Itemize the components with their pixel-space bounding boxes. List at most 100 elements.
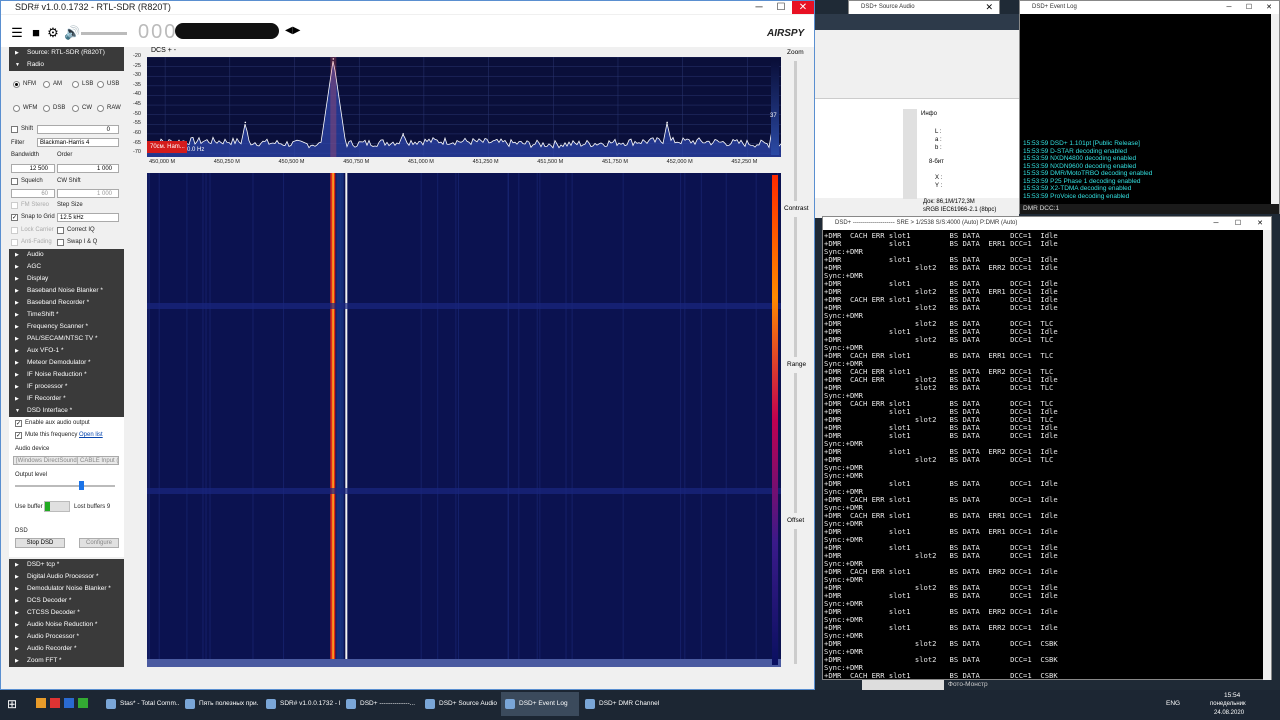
shift-input[interactable]: 0 [37, 125, 119, 134]
section-b-5[interactable]: Audio Noise Reduction * [9, 619, 124, 631]
frequency-marker-label[interactable]: 70см. Ham... [147, 141, 187, 153]
section-8[interactable]: Aux VFO-1 * [9, 345, 124, 357]
language-indicator[interactable]: ENG [1166, 700, 1180, 707]
mute-frequency-checkbox[interactable]: ✓ [15, 432, 22, 439]
pinned-app-icon[interactable] [78, 698, 88, 708]
range-slider[interactable] [794, 373, 797, 513]
section-11[interactable]: IF processor * [9, 381, 124, 393]
taskbar-item[interactable]: DSD+ DMR Channel ... [581, 692, 659, 716]
mode-radio-wfm[interactable] [13, 105, 20, 112]
close-icon[interactable]: ✕ [1259, 1, 1279, 14]
info-tab[interactable]: Инфо [921, 111, 937, 117]
section-12[interactable]: IF Recorder * [9, 393, 124, 405]
event-log-scrollbar[interactable] [1271, 14, 1279, 204]
order-input[interactable]: 1 000 [57, 164, 119, 173]
clock-time[interactable]: 15:54 [1224, 692, 1240, 699]
taskbar-item[interactable]: DSD+ --------------... [342, 692, 420, 716]
section-b-0[interactable]: DSD+ tcp * [9, 559, 124, 571]
minimize-icon[interactable]: ─ [1219, 1, 1239, 14]
maximize-icon[interactable]: ☐ [1239, 1, 1259, 14]
section-b-6[interactable]: Audio Processor * [9, 631, 124, 643]
section-6[interactable]: Frequency Scanner * [9, 321, 124, 333]
fmstereo-checkbox[interactable] [11, 202, 18, 209]
cwshift-input[interactable]: 1 000 [57, 189, 119, 198]
frequency-display[interactable]: 000 [138, 21, 177, 44]
pinned-app-icon[interactable] [64, 698, 74, 708]
waterfall-display[interactable] [146, 173, 781, 669]
speaker-icon[interactable]: 🔊 [64, 26, 80, 39]
section-b-3[interactable]: DCS Decoder * [9, 595, 124, 607]
tune-arrows-icon[interactable]: ◀▶ [285, 25, 300, 36]
section-b-1[interactable]: Digital Audio Processor * [9, 571, 124, 583]
maximize-icon[interactable]: ☐ [1227, 217, 1249, 230]
snap-checkbox[interactable]: ✓ [11, 214, 18, 221]
swapiq-checkbox[interactable] [57, 239, 64, 246]
squelch-checkbox[interactable] [11, 178, 18, 185]
close-button[interactable]: ✕ [792, 1, 814, 14]
minimize-icon[interactable]: ─ [1205, 217, 1227, 230]
section-b-8[interactable]: Zoom FFT * [9, 655, 124, 667]
section-5[interactable]: TimeShift * [9, 309, 124, 321]
bandwidth-input[interactable]: 12 500 [11, 164, 55, 173]
mode-label-wfm: WFM [23, 105, 38, 111]
taskbar-item[interactable]: DSD+ Source Audio [421, 692, 499, 716]
mode-radio-lsb[interactable] [72, 81, 79, 88]
open-list-link[interactable]: Open list [79, 432, 103, 438]
mode-radio-raw[interactable] [97, 105, 104, 112]
close-icon[interactable]: ✕ [985, 2, 993, 13]
pinned-app-icon[interactable] [36, 698, 46, 708]
gear-icon[interactable]: ⚙ [46, 26, 60, 39]
taskbar-item[interactable]: Пять полезных при... [181, 692, 259, 716]
section-9[interactable]: Meteor Demodulator * [9, 357, 124, 369]
section-b-4[interactable]: CTCSS Decoder * [9, 607, 124, 619]
stop-icon[interactable]: ■ [29, 26, 43, 39]
section-3[interactable]: Baseband Noise Blanker * [9, 285, 124, 297]
antifading-checkbox[interactable] [11, 239, 18, 246]
clock-day: понедельник [1210, 701, 1246, 707]
correctiq-checkbox[interactable] [57, 227, 64, 234]
zoom-slider[interactable] [794, 61, 797, 201]
section-1[interactable]: AGC [9, 261, 124, 273]
configure-button[interactable]: Configure [79, 538, 119, 548]
filter-select[interactable]: Blackman-Harris 4 [37, 138, 119, 147]
section-4[interactable]: Baseband Recorder * [9, 297, 124, 309]
squelch-input[interactable]: 60 [11, 189, 55, 198]
section-b-2[interactable]: Demodulator Noise Blanker * [9, 583, 124, 595]
mode-radio-am[interactable] [43, 81, 50, 88]
output-level-thumb[interactable] [79, 481, 84, 490]
taskbar-item[interactable]: SDR# v1.0.0.1732 - R... [262, 692, 340, 716]
radio-section[interactable]: Radio [9, 59, 124, 71]
start-icon[interactable]: ⊞ [7, 697, 17, 711]
section-b-7[interactable]: Audio Recorder * [9, 643, 124, 655]
stop-dsd-button[interactable]: Stop DSD [15, 538, 65, 548]
menu-icon[interactable]: ☰ [10, 26, 24, 39]
mode-radio-usb[interactable] [97, 81, 104, 88]
audio-device-select[interactable]: [Windows DirectSound] CABLE Input ( [13, 456, 119, 465]
mode-radio-cw[interactable] [72, 105, 79, 112]
section-2[interactable]: Display [9, 273, 124, 285]
stepsize-select[interactable]: 12.5 kHz [57, 213, 119, 222]
output-level-slider[interactable] [15, 485, 115, 487]
section-7[interactable]: PAL/SECAM/NTSC TV * [9, 333, 124, 345]
dmr-scrollbar[interactable] [1263, 230, 1271, 680]
mode-radio-dsb[interactable] [43, 105, 50, 112]
contrast-slider[interactable] [794, 217, 797, 357]
spectrum-plot[interactable]: 70см. Ham... 0.0 Hz [146, 56, 782, 157]
taskbar-item[interactable]: Stas* - Total Comm... [102, 692, 180, 716]
minimize-button[interactable]: ─ [748, 1, 770, 14]
mode-radio-nfm[interactable] [13, 81, 20, 88]
source-section[interactable]: Source: RTL-SDR (R820T) [9, 47, 124, 59]
close-icon[interactable]: ✕ [1249, 217, 1271, 230]
lockcarrier-checkbox[interactable] [11, 227, 18, 234]
enable-aux-checkbox[interactable]: ✓ [15, 420, 22, 427]
dsd-interface-section[interactable]: DSD Interface * [9, 405, 124, 417]
maximize-button[interactable]: ☐ [770, 1, 792, 14]
volume-slider[interactable] [81, 32, 127, 35]
taskbar-item[interactable]: DSD+ Event Log [501, 692, 579, 716]
shift-checkbox[interactable] [11, 126, 18, 133]
offset-slider[interactable] [794, 529, 797, 664]
pinned-app-icon[interactable] [50, 698, 60, 708]
section-10[interactable]: IF Noise Reduction * [9, 369, 124, 381]
section-0[interactable]: Audio [9, 249, 124, 261]
editor-tool-strip[interactable] [903, 109, 917, 199]
